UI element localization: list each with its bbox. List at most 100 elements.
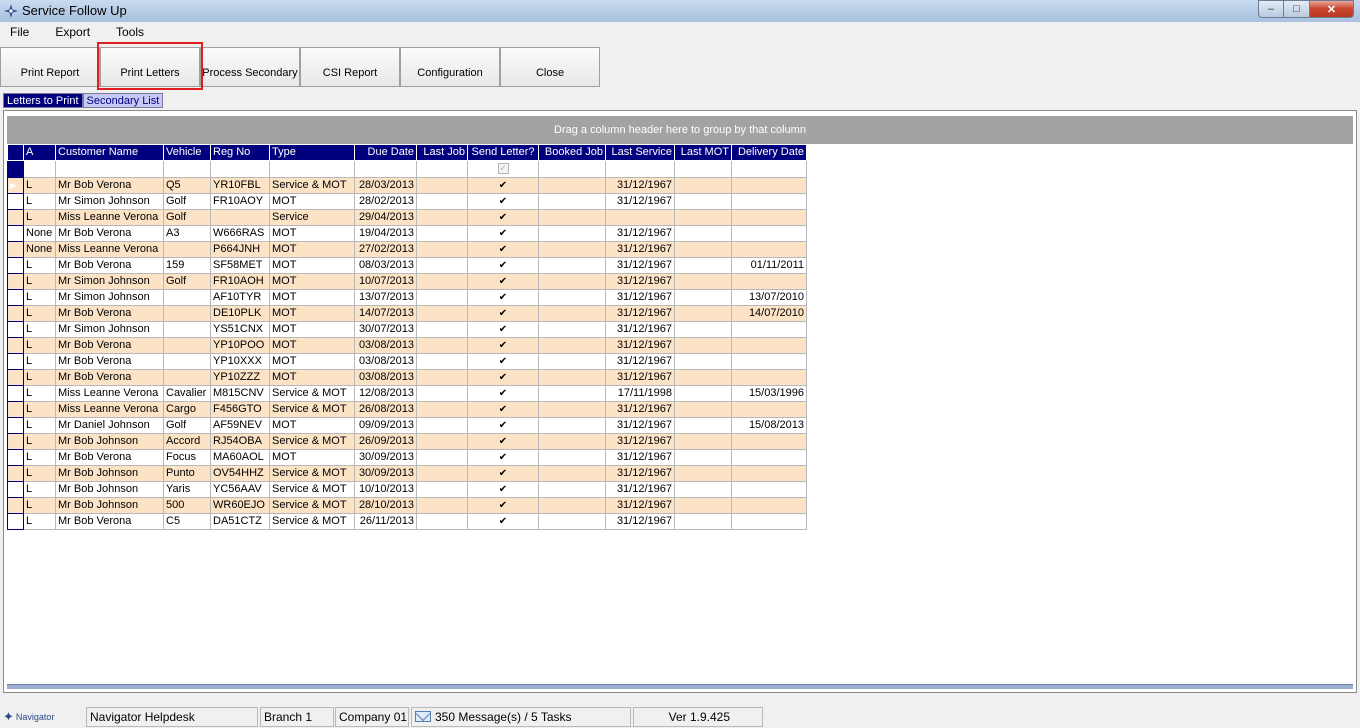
row-selector[interactable] (7, 337, 24, 354)
cell-send-letter[interactable]: ✔ (467, 241, 539, 258)
table-row[interactable]: L Mr Daniel Johnson Golf AF59NEV MOT 09/09/20… (7, 417, 807, 434)
col-header-a[interactable]: A (23, 144, 56, 161)
status-messages[interactable]: 350 Message(s) / 5 Tasks (411, 707, 631, 727)
menu-tools[interactable]: Tools (100, 22, 154, 42)
row-selector[interactable] (7, 241, 24, 258)
table-row[interactable]: None Mr Bob Verona A3 W666RAS MOT 19/04/2013 ✔… (7, 225, 807, 242)
send-letter-checkbox[interactable]: ✔ (499, 277, 508, 287)
row-selector[interactable] (7, 257, 24, 274)
send-letter-checkbox[interactable]: ✔ (499, 229, 508, 239)
menu-file[interactable]: File (0, 22, 39, 42)
send-letter-checkbox[interactable]: ✔ (499, 341, 508, 351)
table-row[interactable]: L Mr Bob Johnson Punto OV54HHZ Service & MOT… (7, 465, 807, 482)
filter-cell-customer[interactable] (55, 160, 164, 178)
send-letter-checkbox[interactable]: ✔ (499, 261, 508, 271)
send-letter-checkbox[interactable]: ✔ (499, 325, 508, 335)
table-row[interactable]: L Mr Simon Johnson Golf FR10AOY MOT 28/02/201… (7, 193, 807, 210)
filter-cell-last-mot[interactable] (674, 160, 732, 178)
table-row[interactable]: L Mr Simon Johnson Golf FR10AOH MOT 10/07/201… (7, 273, 807, 290)
row-selector[interactable] (7, 289, 24, 306)
send-letter-checkbox[interactable]: ✔ (499, 213, 508, 223)
row-selector[interactable] (7, 209, 24, 226)
status-helpdesk[interactable]: Navigator Helpdesk (86, 707, 258, 727)
send-letter-checkbox[interactable]: ✔ (499, 437, 508, 447)
col-header-reg-no[interactable]: Reg No (210, 144, 270, 161)
table-row[interactable]: L Mr Bob Verona YP10POO MOT 03/08/2013 ✔ 31/12… (7, 337, 807, 354)
table-row[interactable]: L Mr Bob Verona 159 SF58MET MOT 08/03/2013 ✔ 31… (7, 257, 807, 274)
close-button[interactable]: Close (500, 47, 600, 87)
cell-send-letter[interactable]: ✔ (467, 433, 539, 450)
process-secondary-button[interactable]: Process Secondary (200, 47, 300, 87)
cell-send-letter[interactable]: ✔ (467, 177, 539, 194)
row-selector[interactable] (7, 513, 24, 530)
col-header-booked-job[interactable]: Booked Job (538, 144, 606, 161)
send-letter-checkbox[interactable]: ✔ (499, 405, 508, 415)
send-letter-checkbox[interactable]: ✔ (499, 357, 508, 367)
send-letter-checkbox[interactable]: ✔ (499, 421, 508, 431)
cell-send-letter[interactable]: ✔ (467, 337, 539, 354)
row-selector[interactable] (7, 401, 24, 418)
col-header-type[interactable]: Type (269, 144, 355, 161)
cell-send-letter[interactable]: ✔ (467, 257, 539, 274)
cell-send-letter[interactable]: ✔ (467, 289, 539, 306)
row-selector[interactable] (7, 369, 24, 386)
cell-send-letter[interactable]: ✔ (467, 465, 539, 482)
col-header-last-mot[interactable]: Last MOT (674, 144, 732, 161)
table-row[interactable]: L Mr Bob Johnson Yaris YC56AAV Service & MOT… (7, 481, 807, 498)
table-row[interactable]: L Mr Bob Johnson 500 WR60EJO Service & MOT 28… (7, 497, 807, 514)
table-row[interactable]: None Miss Leanne Verona P664JNH MOT 27/02/20… (7, 241, 807, 258)
cell-send-letter[interactable]: ✔ (467, 401, 539, 418)
filter-checkbox-icon[interactable]: ✓ (497, 163, 509, 175)
csi-report-button[interactable]: CSI Report (300, 47, 400, 87)
send-letter-checkbox[interactable]: ✔ (499, 293, 508, 303)
send-letter-checkbox[interactable]: ✔ (499, 181, 508, 191)
maximize-button[interactable]: □ (1284, 0, 1310, 18)
configuration-button[interactable]: Configuration (400, 47, 500, 87)
minimize-button[interactable]: – (1258, 0, 1284, 18)
table-row[interactable]: L Mr Bob Verona Focus MA60AOL MOT 30/09/2013 ✔… (7, 449, 807, 466)
cell-send-letter[interactable]: ✔ (467, 497, 539, 514)
send-letter-checkbox[interactable]: ✔ (499, 245, 508, 255)
col-header-last-service[interactable]: Last Service (605, 144, 675, 161)
filter-cell-vehicle[interactable] (163, 160, 211, 178)
col-header-due-date[interactable]: Due Date (354, 144, 417, 161)
row-selector[interactable] (7, 193, 24, 210)
filter-cell-a[interactable] (23, 160, 56, 178)
cell-send-letter[interactable]: ✔ (467, 417, 539, 434)
row-selector[interactable] (7, 497, 24, 514)
table-row[interactable]: ▶ L Mr Bob Verona Q5 YR10FBL Service & MOT 28/… (7, 177, 807, 194)
filter-cell-booked[interactable] (538, 160, 606, 178)
row-selector[interactable] (7, 273, 24, 290)
table-row[interactable]: L Mr Bob Verona C5 DA51CTZ Service & MOT 26/1… (7, 513, 807, 530)
col-header-customer-name[interactable]: Customer Name (55, 144, 164, 161)
row-selector[interactable] (7, 305, 24, 322)
cell-send-letter[interactable]: ✔ (467, 209, 539, 226)
col-header-send-letter[interactable]: Send Letter? (467, 144, 539, 161)
table-row[interactable]: L Mr Simon Johnson YS51CNX MOT 30/07/2013 ✔ 31… (7, 321, 807, 338)
row-selector[interactable] (7, 449, 24, 466)
filter-cell-delivery[interactable] (731, 160, 807, 178)
cell-send-letter[interactable]: ✔ (467, 353, 539, 370)
cell-send-letter[interactable]: ✔ (467, 449, 539, 466)
print-report-button[interactable]: Print Report (0, 47, 100, 87)
filter-cell-due[interactable] (354, 160, 417, 178)
table-row[interactable]: L Mr Bob Verona DE10PLK MOT 14/07/2013 ✔ 31/12… (7, 305, 807, 322)
filter-cell-reg[interactable] (210, 160, 270, 178)
close-window-button[interactable]: ✕ (1310, 0, 1354, 18)
cell-send-letter[interactable]: ✔ (467, 385, 539, 402)
row-selector[interactable] (7, 465, 24, 482)
row-selector[interactable] (7, 353, 24, 370)
row-selector[interactable]: ▶ (7, 177, 24, 194)
send-letter-checkbox[interactable]: ✔ (499, 389, 508, 399)
send-letter-checkbox[interactable]: ✔ (499, 517, 508, 527)
cell-send-letter[interactable]: ✔ (467, 225, 539, 242)
send-letter-checkbox[interactable]: ✔ (499, 453, 508, 463)
cell-send-letter[interactable]: ✔ (467, 305, 539, 322)
table-row[interactable]: L Mr Bob Johnson Accord RJ54OBA Service & MO… (7, 433, 807, 450)
menu-export[interactable]: Export (39, 22, 100, 42)
table-row[interactable]: L Miss Leanne Verona Golf Service 29/04/2013… (7, 209, 807, 226)
cell-send-letter[interactable]: ✔ (467, 369, 539, 386)
send-letter-checkbox[interactable]: ✔ (499, 469, 508, 479)
tab-letters-to-print[interactable]: Letters to Print (3, 93, 83, 108)
col-header-delivery-date[interactable]: Delivery Date (731, 144, 807, 161)
